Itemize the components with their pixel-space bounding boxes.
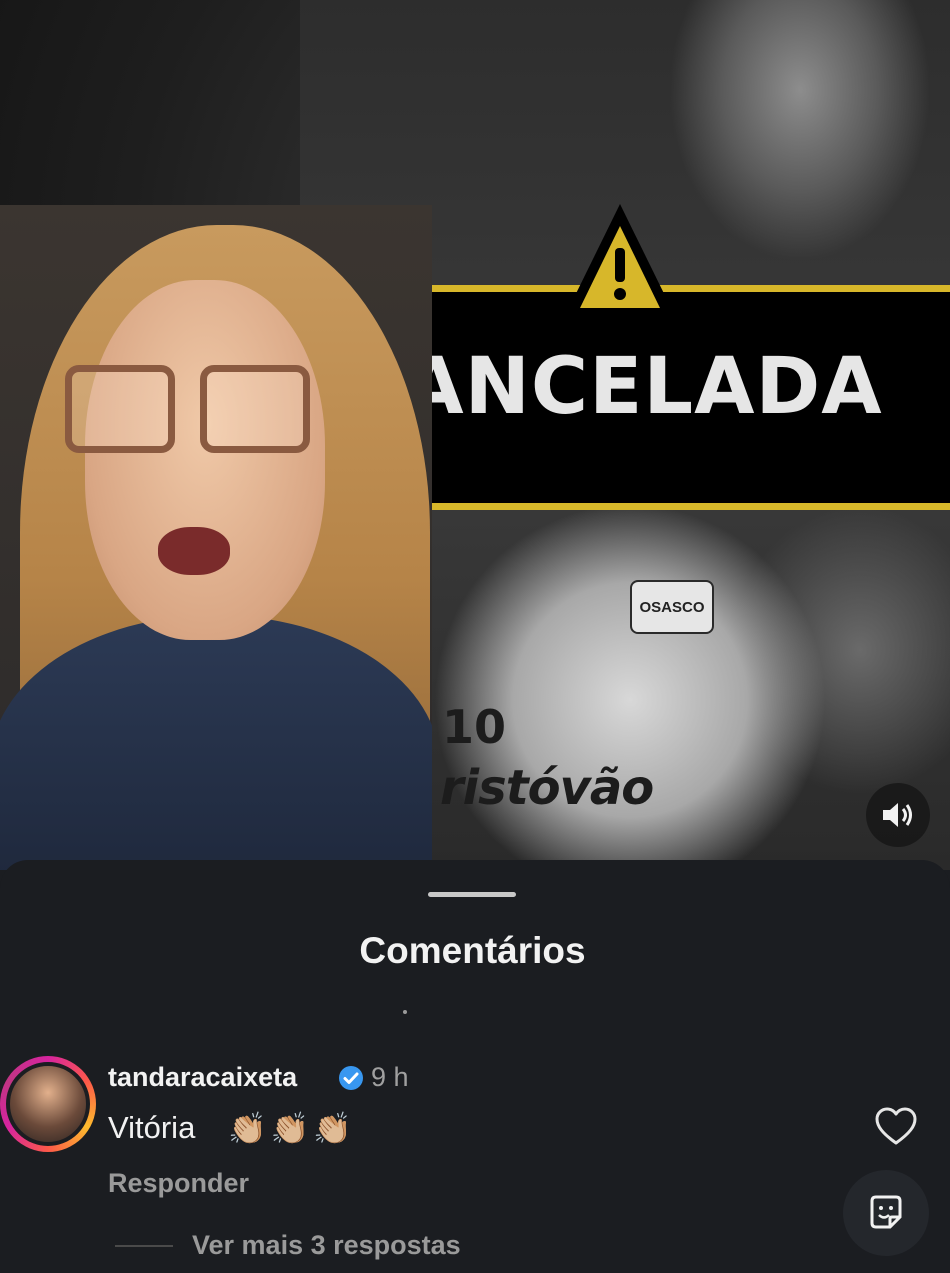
avatar[interactable] bbox=[6, 1062, 90, 1146]
story-ring[interactable] bbox=[0, 1056, 96, 1152]
comment-timestamp: 9 h bbox=[371, 1062, 409, 1092]
drag-handle[interactable] bbox=[428, 892, 516, 897]
warning-icon bbox=[564, 204, 676, 318]
presenter-video bbox=[0, 205, 432, 870]
clap-emojis: 👏🏼👏🏼👏🏼 bbox=[228, 1111, 356, 1146]
comment-username[interactable]: tandaracaixeta bbox=[108, 1062, 297, 1093]
reel-video[interactable]: OSASCO 10 ristóvão CANCELADA bbox=[0, 0, 950, 870]
jersey-number: 10 bbox=[442, 700, 507, 754]
view-more-replies-button[interactable]: Ver mais 3 respostas bbox=[192, 1230, 461, 1261]
sticker-icon bbox=[870, 1195, 902, 1229]
glasses-right bbox=[200, 365, 310, 453]
divider-dot bbox=[403, 1010, 407, 1014]
sound-button[interactable] bbox=[866, 783, 930, 847]
sticker-button[interactable] bbox=[843, 1170, 929, 1256]
replies-divider bbox=[115, 1245, 173, 1247]
heart-icon[interactable] bbox=[874, 1105, 918, 1149]
comments-sheet: Comentários tandaracaixeta 9 h Vitória 👏… bbox=[0, 860, 950, 1273]
jersey-sponsor: ristóvão bbox=[440, 760, 654, 816]
comments-title: Comentários bbox=[359, 930, 586, 971]
comment-text: Vitória bbox=[108, 1110, 196, 1145]
presenter-mouth bbox=[158, 527, 230, 575]
reply-button[interactable]: Responder bbox=[108, 1168, 249, 1199]
glasses-left bbox=[65, 365, 175, 453]
presenter-face bbox=[85, 280, 325, 640]
speaker-icon bbox=[883, 803, 912, 827]
verified-badge-icon bbox=[339, 1066, 363, 1090]
jersey-badge: OSASCO bbox=[630, 580, 714, 634]
